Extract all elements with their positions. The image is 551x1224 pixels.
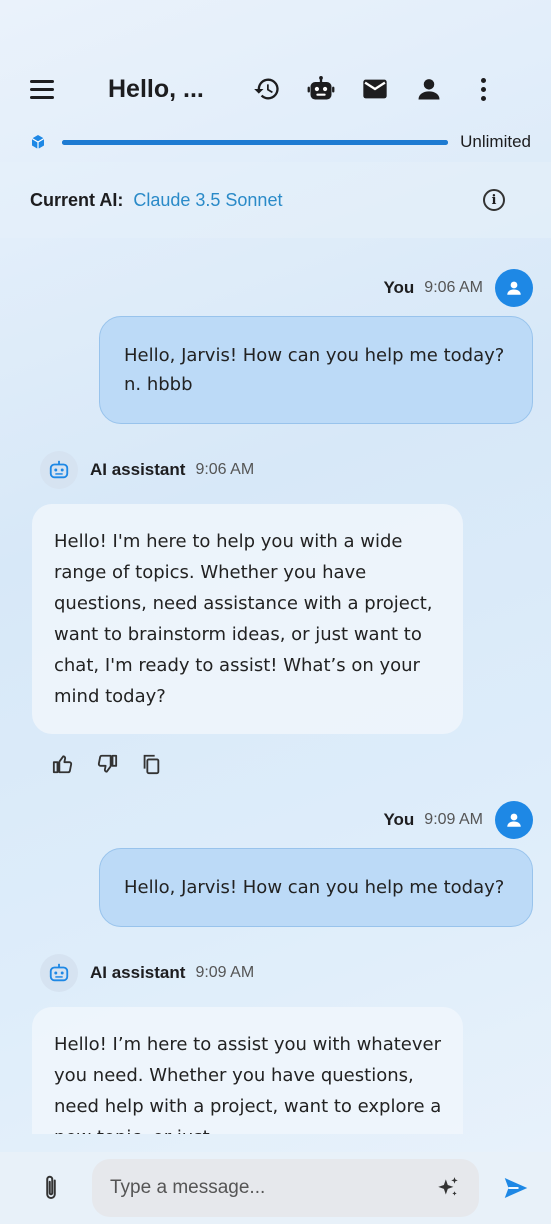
user-message-bubble[interactable]: Hello, Jarvis! How can you help me today…: [99, 848, 533, 927]
sparkle-icon[interactable]: [435, 1175, 461, 1201]
usage-progress-bar: [62, 139, 449, 145]
history-icon[interactable]: [240, 69, 294, 109]
gem-icon: [31, 135, 45, 149]
message-time: 9:06 AM: [195, 461, 255, 478]
send-icon[interactable]: [501, 1173, 531, 1203]
ai-message-bubble[interactable]: Hello! I'm here to help you with a wide …: [32, 504, 463, 734]
user-message-bubble[interactable]: Hello, Jarvis! How can you help me today…: [99, 316, 533, 424]
ai-message-bubble[interactable]: Hello! I’m here to assist you with whate…: [32, 1007, 463, 1134]
thumbs-up-icon[interactable]: [52, 753, 74, 775]
sender-name: AI assistant: [90, 963, 186, 982]
message-time: 9:09 AM: [424, 811, 483, 828]
current-ai-label: Current AI:: [30, 189, 124, 210]
message-time: 9:09 AM: [195, 964, 255, 981]
user-avatar-icon: [495, 801, 533, 839]
bot-icon[interactable]: [294, 69, 348, 109]
message-input-wrap: [92, 1159, 479, 1217]
user-avatar-icon: [495, 269, 533, 307]
message-input[interactable]: [110, 1177, 435, 1199]
message-actions: [0, 734, 551, 794]
message-header-user: You 9:06 AM: [0, 268, 551, 308]
status-bar: [0, 0, 551, 56]
message-header-ai: AI assistant 9:09 AM: [0, 953, 551, 993]
current-ai-model[interactable]: Claude 3.5 Sonnet: [133, 190, 282, 211]
sender-name: You: [383, 278, 415, 297]
menu-icon[interactable]: [30, 74, 60, 104]
composer-bar: [0, 1152, 551, 1224]
more-vert-icon[interactable]: [468, 77, 498, 101]
message-header-user: You 9:09 AM: [0, 800, 551, 840]
info-icon[interactable]: i: [483, 189, 505, 211]
thumbs-down-icon[interactable]: [96, 753, 118, 775]
bot-avatar-icon: [40, 451, 78, 489]
mail-icon[interactable]: [348, 69, 402, 109]
attach-icon[interactable]: [40, 1173, 62, 1203]
person-icon[interactable]: [402, 69, 456, 109]
copy-icon[interactable]: [140, 753, 162, 775]
sender-name: AI assistant: [90, 460, 186, 479]
bot-avatar-icon: [40, 954, 78, 992]
chat-area[interactable]: You 9:06 AM Hello, Jarvis! How can you h…: [0, 238, 551, 1134]
message-time: 9:06 AM: [424, 279, 483, 296]
message-header-ai: AI assistant 9:06 AM: [0, 450, 551, 490]
usage-label: Unlimited: [460, 132, 531, 151]
app-bar: Hello, ...: [0, 56, 551, 122]
sender-name: You: [383, 810, 415, 829]
usage-row: Unlimited: [0, 122, 551, 162]
page-title: Hello, ...: [108, 74, 204, 103]
current-ai-row: Current AI: Claude 3.5 Sonnet i: [0, 162, 551, 238]
